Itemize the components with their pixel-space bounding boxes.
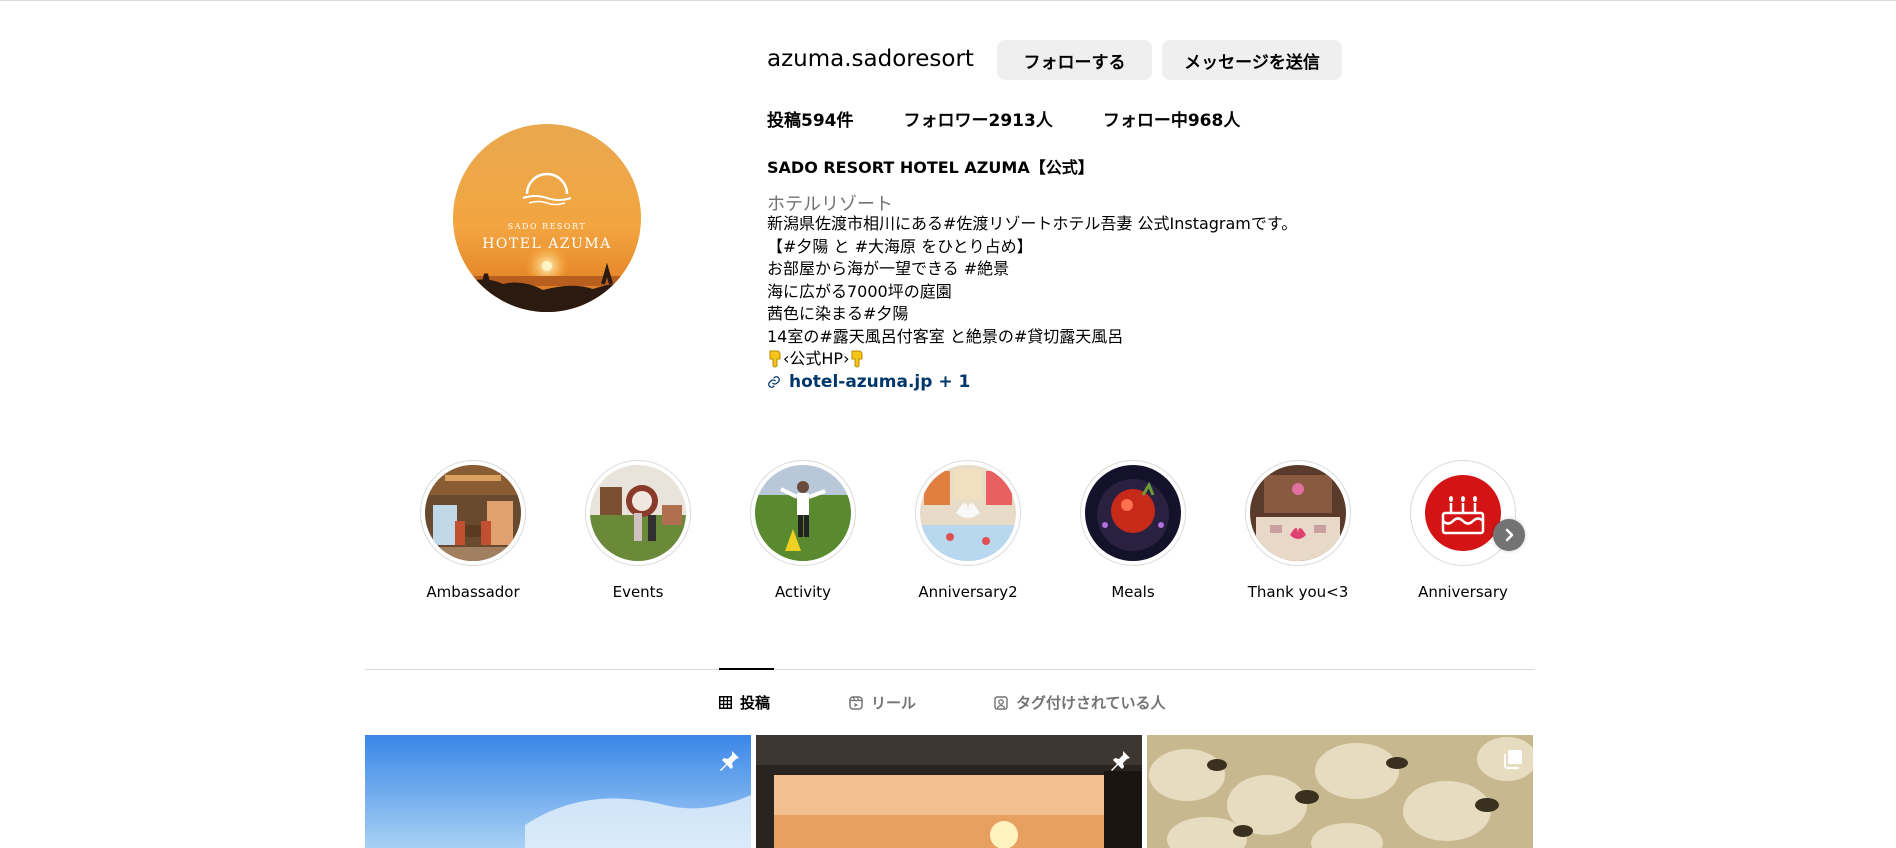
- highlight-ring: [1245, 460, 1351, 566]
- website-link-text[interactable]: hotel-azuma.jp + 1: [789, 372, 970, 392]
- bio-line: お部屋から海が一望できる #絶景: [767, 259, 1010, 278]
- bio-line: 茜色に染まる#夕陽: [767, 304, 909, 323]
- tab-reels[interactable]: リール: [849, 692, 916, 713]
- story-highlights: Ambassador Events Activity Anniversary2 …: [418, 460, 1528, 610]
- tab-posts[interactable]: 投稿: [719, 692, 770, 713]
- highlight-meals-image: [1085, 465, 1181, 561]
- highlight-label: Anniversary: [1418, 583, 1508, 601]
- highlight-label: Activity: [774, 583, 832, 601]
- highlight-ring: [420, 460, 526, 566]
- grid-icon: [719, 696, 732, 709]
- highlight-ring: [1080, 460, 1186, 566]
- highlight-ring: [750, 460, 856, 566]
- send-message-button[interactable]: メッセージを送信: [1162, 40, 1342, 80]
- highlight-anniversary2[interactable]: Anniversary2: [913, 460, 1023, 601]
- avatar-text-line2: HOTEL AZUMA: [482, 236, 612, 252]
- post-thumbnail[interactable]: [365, 735, 751, 848]
- highlight-meals[interactable]: Meals: [1078, 460, 1188, 601]
- post-thumbnail[interactable]: [1147, 735, 1533, 848]
- link-icon: [768, 376, 780, 388]
- profile-full-name: SADO RESORT HOTEL AZUMA【公式】: [767, 158, 1094, 177]
- highlight-label: Events: [612, 583, 664, 601]
- highlight-anniversary2-image: [920, 465, 1016, 561]
- posts-count: 投稿594件: [767, 111, 854, 131]
- pinned-icon: [1111, 751, 1130, 771]
- profile-username: azuma.sadoresort: [767, 46, 974, 72]
- profile-website-link[interactable]: hotel-azuma.jp + 1: [767, 372, 970, 392]
- highlight-ring: [585, 460, 691, 566]
- highlight-label: Thank you<3: [1247, 583, 1349, 601]
- tab-reels-label: リール: [871, 694, 917, 712]
- top-border: [0, 0, 1896, 1]
- bio-official-hp-label: ‹公式HP›: [783, 349, 850, 368]
- highlight-label: Meals: [1111, 583, 1155, 601]
- highlight-label: Ambassador: [426, 583, 520, 601]
- tab-tagged[interactable]: タグ付けされている人: [994, 692, 1166, 713]
- highlight-events[interactable]: Events: [583, 460, 693, 601]
- highlight-anniversary-image: [1415, 465, 1511, 561]
- tagged-user-icon: [994, 695, 1008, 710]
- avatar-text-line1: SADO RESORT: [508, 222, 586, 231]
- tab-tagged-label: タグ付けされている人: [1016, 694, 1166, 712]
- bio-line: 新潟県佐渡市相川にある#佐渡リゾートホテル吾妻 公式Instagramです。: [767, 214, 1298, 233]
- bio-line: 【#夕陽 と #大海原 をひとり占め】: [767, 236, 1033, 256]
- reels-icon: [849, 695, 863, 710]
- profile-bio: 新潟県佐渡市相川にある#佐渡リゾートホテル吾妻 公式Instagramです。 【…: [767, 213, 1297, 371]
- highlight-thank-you[interactable]: Thank you<3: [1243, 460, 1353, 601]
- highlights-next-button[interactable]: [1493, 519, 1525, 551]
- bio-line: 14室の#露天風呂付客室 と絶景の#貸切露天風呂: [767, 326, 1124, 346]
- bio-line: 海に広がる7000坪の庭園: [767, 281, 952, 301]
- pinned-icon: [720, 751, 739, 771]
- highlight-events-image: [590, 465, 686, 561]
- following-count[interactable]: フォロー中968人: [1103, 106, 1241, 131]
- pointing-down-hand-icon: [767, 350, 783, 368]
- carousel-icon: [1504, 750, 1522, 769]
- highlight-ambassador[interactable]: Ambassador: [418, 460, 528, 601]
- active-tab-indicator: [719, 668, 774, 670]
- tab-posts-label: 投稿: [740, 694, 771, 712]
- highlight-activity[interactable]: Activity: [748, 460, 858, 601]
- tabs-divider: [365, 669, 1535, 670]
- profile-avatar[interactable]: SADO RESORT HOTEL AZUMA: [453, 124, 641, 312]
- post-thumbnail[interactable]: [756, 735, 1142, 848]
- highlight-label: Anniversary2: [918, 583, 1018, 601]
- profile-stats: 投稿594件 フォロワー2913人 フォロー中968人: [767, 106, 1290, 131]
- follow-button[interactable]: フォローする: [997, 40, 1152, 80]
- highlight-ring: [915, 460, 1021, 566]
- highlight-ring: [1410, 460, 1516, 566]
- highlight-ambassador-image: [425, 465, 521, 561]
- chevron-right-icon: [1505, 528, 1514, 542]
- highlight-thank-you-image: [1250, 465, 1346, 561]
- followers-count[interactable]: フォロワー2913人: [904, 106, 1053, 131]
- highlight-activity-image: [755, 465, 851, 561]
- bio-line-official-hp: ‹公式HP›: [767, 348, 1297, 371]
- pointing-down-hand-icon: [849, 350, 865, 368]
